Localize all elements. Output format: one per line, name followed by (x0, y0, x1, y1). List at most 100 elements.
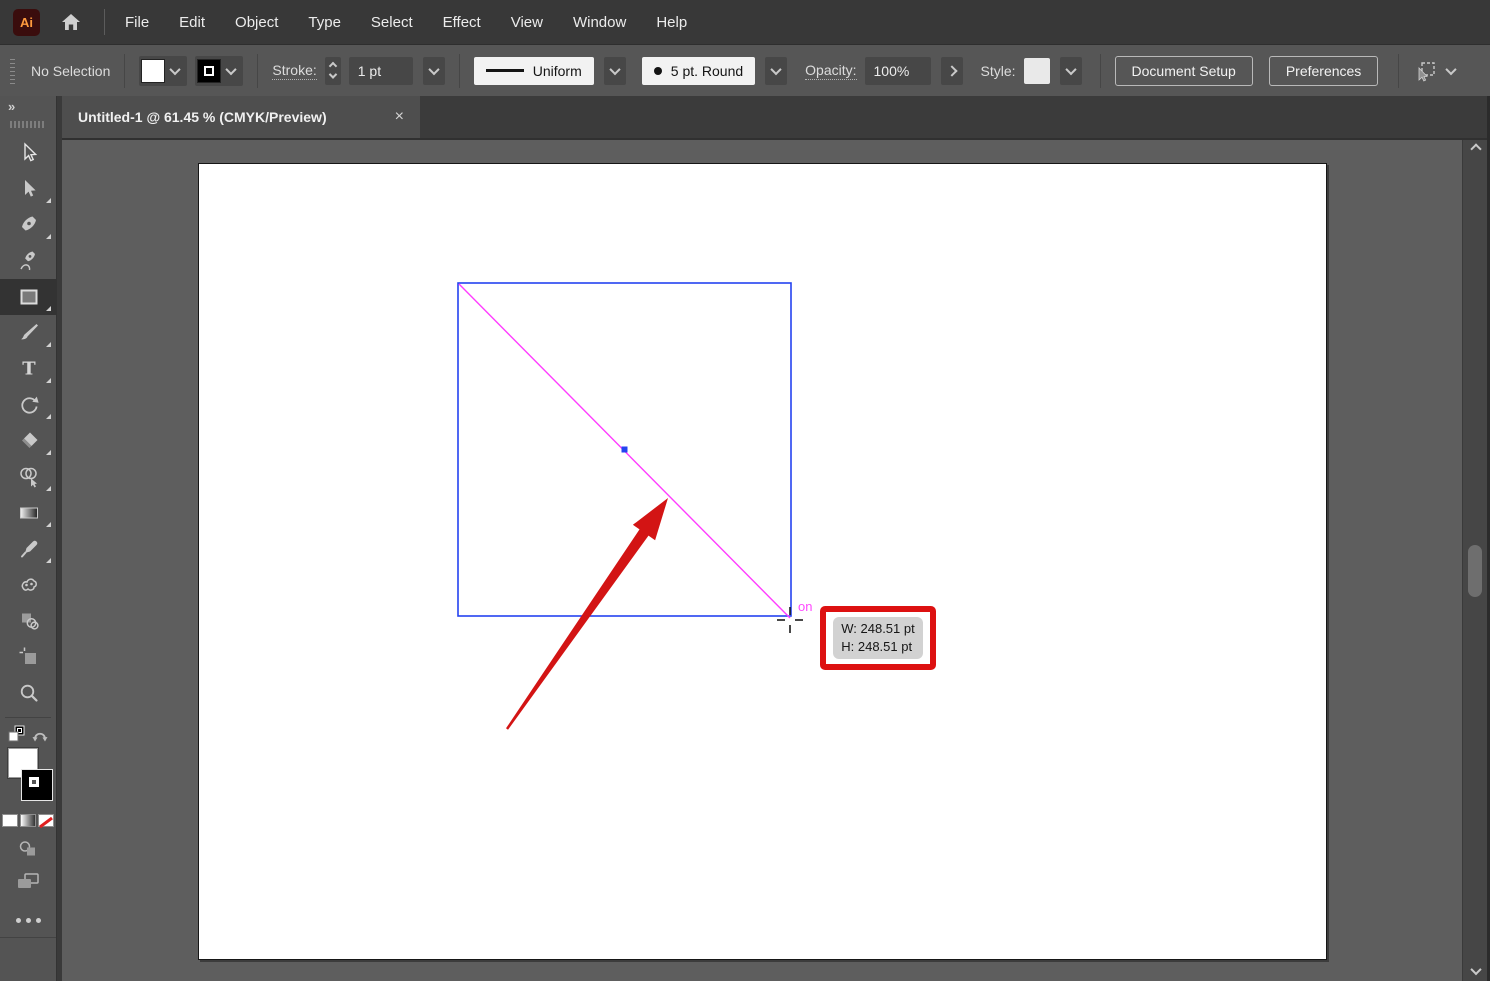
fill-swatch[interactable] (141, 58, 166, 83)
document-tab[interactable]: Untitled-1 @ 61.45 % (CMYK/Preview) × (62, 96, 420, 138)
none-slash-icon (39, 816, 53, 829)
shape-builder-tool[interactable] (0, 459, 57, 495)
tab-close-icon[interactable]: × (395, 108, 404, 126)
stroke-weight-input[interactable]: 1 pt (348, 56, 413, 85)
fill-color-control[interactable] (139, 55, 188, 86)
measurement-width: W: 248.51 pt (841, 621, 915, 636)
divider (124, 53, 126, 88)
menu-item-file[interactable]: File (125, 14, 149, 31)
direct-selection-tool[interactable] (0, 171, 57, 207)
main-area: » T Untitled-1 @ 61.45 % (CMYK/Preview) … (0, 96, 1490, 981)
divider (257, 53, 259, 88)
chevron-up-icon (1469, 143, 1482, 155)
rotate-tool[interactable] (0, 387, 57, 423)
opacity-input[interactable]: 100% (864, 56, 931, 85)
preferences-button[interactable]: Preferences (1268, 55, 1379, 86)
gradient-button[interactable] (20, 814, 36, 827)
artboard-tool[interactable] (0, 639, 57, 675)
move-artboard-icon (1418, 61, 1436, 82)
stroke-proxy[interactable] (22, 770, 52, 800)
swap-fill-stroke-icon[interactable] (31, 727, 49, 743)
width-profile-select[interactable]: Uniform (473, 56, 594, 85)
fill-stroke-indicator (0, 746, 56, 808)
menu-item-select[interactable]: Select (371, 14, 413, 31)
fill-dropdown[interactable] (165, 57, 185, 85)
menubar: Ai File Edit Object Type Select Effect View Win… (0, 0, 1490, 44)
app-logo-icon[interactable]: Ai (13, 8, 40, 36)
none-button[interactable] (38, 814, 54, 829)
measurement-tooltip: W: 248.51 pt H: 248.51 pt (833, 617, 923, 659)
style-swatch[interactable] (1023, 57, 1050, 84)
tab-bar: Untitled-1 @ 61.45 % (CMYK/Preview) × (62, 96, 1487, 140)
flyout-triangle-icon (46, 306, 51, 311)
document-setup-button[interactable]: Document Setup (1114, 55, 1253, 86)
menu-items: File Edit Object Type Select Effect View Window… (125, 14, 687, 31)
eraser-tool[interactable] (0, 423, 57, 459)
draw-mode-icon (19, 841, 35, 856)
scroll-up-button[interactable] (1463, 143, 1487, 155)
width-profile-dropdown[interactable] (603, 56, 626, 85)
edit-toolbar-button[interactable] (0, 918, 56, 923)
selection-tool[interactable] (0, 135, 57, 171)
draw-mode-button[interactable] (0, 839, 56, 859)
opacity-flyout-button[interactable] (940, 56, 963, 85)
gradient-tool[interactable] (0, 495, 57, 531)
flyout-triangle-icon (46, 234, 51, 239)
menu-item-window[interactable]: Window (573, 14, 626, 31)
control-bar-grip[interactable] (10, 57, 15, 84)
default-fill-stroke-icon[interactable] (7, 725, 27, 745)
chevron-down-icon (225, 63, 238, 75)
move-artboard-control[interactable] (1413, 60, 1457, 82)
stroke-color-control[interactable] (195, 55, 244, 86)
flyout-triangle-icon (46, 414, 51, 419)
type-tool[interactable]: T (0, 351, 57, 387)
pen-tool[interactable] (0, 207, 57, 243)
scroll-down-button[interactable] (1463, 963, 1487, 976)
illustrator-window: Ai File Edit Object Type Select Effect View Win… (0, 0, 1490, 981)
stroke-dropdown[interactable] (221, 57, 241, 85)
menu-item-view[interactable]: View (511, 14, 543, 31)
toolbar-collapse-button[interactable]: » (0, 96, 56, 116)
toolbar-column: » T (0, 96, 62, 981)
zoom-tool[interactable] (0, 675, 57, 711)
menu-item-object[interactable]: Object (235, 14, 278, 31)
screen-mode-button[interactable] (0, 871, 56, 892)
svg-text:T: T (22, 359, 36, 380)
chevron-down-icon (770, 63, 782, 75)
rectangle-tool[interactable] (0, 279, 57, 315)
canvas-pasteboard[interactable]: on W: 248.51 pt H: 248.51 pt (62, 140, 1487, 981)
home-icon (62, 14, 80, 30)
brush-preview-icon (653, 66, 662, 75)
menu-item-help[interactable]: Help (656, 14, 687, 31)
style-dropdown[interactable] (1059, 56, 1082, 85)
chevron-up-icon (328, 61, 337, 70)
divider (5, 717, 51, 718)
symbols-tool[interactable] (0, 603, 57, 639)
home-button[interactable] (60, 12, 82, 32)
tools-panel: » T (0, 96, 57, 981)
scrollbar-thumb[interactable] (1468, 545, 1482, 597)
opacity-label[interactable]: Opacity: (805, 62, 857, 80)
selection-status: No Selection (31, 62, 111, 79)
flyout-triangle-icon (46, 342, 51, 347)
stroke-weight-label[interactable]: Stroke: (272, 62, 317, 80)
stroke-swatch[interactable] (197, 58, 222, 83)
color-button[interactable] (2, 814, 18, 827)
stroke-weight-stepper[interactable] (324, 56, 341, 85)
blend-tool[interactable] (0, 567, 57, 603)
brush-dropdown[interactable] (765, 56, 788, 85)
flyout-triangle-icon (46, 378, 51, 383)
brush-select[interactable]: 5 pt. Round (641, 56, 756, 85)
menu-item-edit[interactable]: Edit (179, 14, 205, 31)
curvature-tool[interactable] (0, 243, 57, 279)
annotation-highlight-box: W: 248.51 pt H: 248.51 pt (820, 606, 936, 670)
toolbar-grip[interactable] (10, 121, 46, 128)
menu-item-type[interactable]: Type (308, 14, 341, 31)
chevron-down-icon (1064, 63, 1077, 75)
vertical-scrollbar[interactable] (1462, 140, 1487, 981)
artboard[interactable] (198, 163, 1327, 960)
stroke-weight-dropdown[interactable] (422, 56, 445, 85)
menu-item-effect[interactable]: Effect (443, 14, 481, 31)
eyedropper-tool[interactable] (0, 531, 57, 567)
paintbrush-tool[interactable] (0, 315, 57, 351)
